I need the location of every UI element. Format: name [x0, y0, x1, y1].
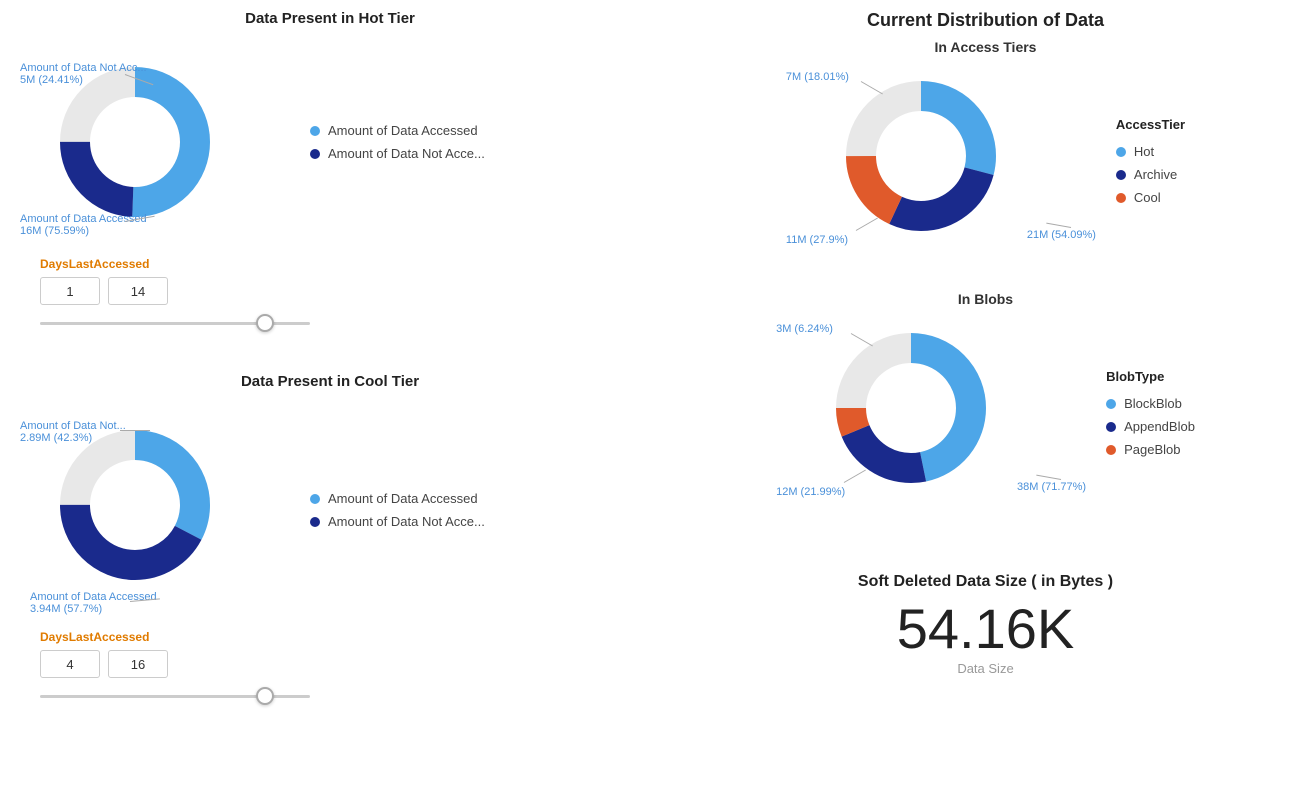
hot-legend-accessed-dot [310, 126, 320, 136]
cool-legend-not-accessed: Amount of Data Not Acce... [310, 514, 485, 529]
hot-tier-legend: Amount of Data Accessed Amount of Data N… [310, 123, 485, 161]
access-tiers-legend: AccessTier Hot Archive Cool [1116, 117, 1185, 205]
blobs-connector-block [1036, 475, 1061, 480]
cool-tier-slider-max-input[interactable] [108, 650, 168, 678]
access-tiers-subtitle: In Access Tiers [680, 39, 1291, 55]
blobs-legend: BlobType BlockBlob AppendBlob PageBlob [1106, 369, 1195, 457]
blobs-legend-appendblob-dot [1106, 422, 1116, 432]
blobs-donut-svg [826, 323, 996, 493]
access-cool-label: 7M (18.01%) [786, 71, 849, 83]
access-archive-label: 11M (27.9%) [786, 234, 848, 246]
hot-tier-slider-min-input[interactable] [40, 277, 100, 305]
hot-tier-slider-inputs [40, 277, 640, 305]
main-container: Data Present in Hot Tier Amount of Data … [0, 0, 1311, 797]
soft-deleted-value: 54.16K [690, 601, 1281, 657]
cool-tier-slider-thumb[interactable] [256, 687, 274, 705]
cool-tier-slider-label: DaysLastAccessed [40, 630, 640, 644]
cool-legend-accessed: Amount of Data Accessed [310, 491, 485, 506]
cool-tier-slider-track-container [40, 686, 310, 706]
hot-tier-section: Data Present in Hot Tier Amount of Data … [20, 10, 640, 333]
hot-tier-slider-thumb[interactable] [256, 314, 274, 332]
hot-tier-slider-track-container [40, 313, 310, 333]
cool-tier-legend: Amount of Data Accessed Amount of Data N… [310, 491, 485, 529]
soft-deleted-title: Soft Deleted Data Size ( in Bytes ) [690, 573, 1281, 591]
left-panel: Data Present in Hot Tier Amount of Data … [0, 0, 660, 797]
cool-not-accessed-label: Amount of Data Not... 2.89M (42.3%) [20, 420, 126, 444]
blobs-legend-pageblob-dot [1106, 445, 1116, 455]
access-legend-archive: Archive [1116, 167, 1185, 182]
blobs-legend-blockblob-dot [1106, 399, 1116, 409]
soft-deleted-section: Soft Deleted Data Size ( in Bytes ) 54.1… [680, 563, 1291, 686]
blobs-legend-title: BlobType [1106, 369, 1195, 384]
cool-tier-slider-inputs [40, 650, 640, 678]
access-connector-hot [1046, 223, 1071, 228]
cool-tier-slider-section: DaysLastAccessed [40, 630, 640, 706]
cool-legend-accessed-dot [310, 494, 320, 504]
hot-tier-title: Data Present in Hot Tier [20, 10, 640, 27]
access-tiers-donut-row: 7M (18.01%) 11M (27.9%) 21M (54.09%) Acc [680, 61, 1291, 261]
blobs-legend-blockblob: BlockBlob [1106, 396, 1195, 411]
cool-tier-slider-min-input[interactable] [40, 650, 100, 678]
soft-deleted-subtitle: Data Size [690, 661, 1281, 676]
access-legend-hot-dot [1116, 147, 1126, 157]
blobs-subtitle: In Blobs [680, 291, 1291, 307]
blobs-donut-row: 3M (6.24%) 12M (21.99%) 38M (71.77%) Blo… [680, 313, 1291, 513]
cool-tier-donut-svg [50, 420, 220, 590]
access-hot-label: 21M (54.09%) [1027, 229, 1096, 241]
cool-tier-slider-track [40, 695, 310, 698]
access-tiers-section: In Access Tiers 7M (18.01%) [680, 39, 1291, 271]
hot-accessed-label: Amount of Data Accessed 16M (75.59%) [20, 213, 147, 237]
access-legend-hot: Hot [1116, 144, 1185, 159]
right-main-title: Current Distribution of Data [680, 10, 1291, 31]
hot-legend-not-accessed: Amount of Data Not Acce... [310, 146, 485, 161]
hot-tier-slider-max-input[interactable] [108, 277, 168, 305]
cool-tier-title: Data Present in Cool Tier [20, 373, 640, 390]
cool-connector-1 [120, 430, 150, 431]
cool-tier-section: Data Present in Cool Tier Amount of Data… [20, 373, 640, 706]
cool-tier-donut-row: Amount of Data Not... 2.89M (42.3%) Amou… [20, 400, 640, 620]
access-legend-title: AccessTier [1116, 117, 1185, 132]
blobs-legend-pageblob: PageBlob [1106, 442, 1195, 457]
hot-legend-not-accessed-dot [310, 149, 320, 159]
blobs-blockblob-label: 38M (71.77%) [1017, 481, 1086, 493]
right-panel: Current Distribution of Data In Access T… [660, 0, 1311, 797]
blobs-section: In Blobs 3M (6.24%) [680, 291, 1291, 523]
blobs-pageblob-label: 3M (6.24%) [776, 323, 833, 335]
hot-tier-slider-track [40, 322, 310, 325]
hot-tier-donut-row: Amount of Data Not Acc... 5M (24.41%) Am… [20, 37, 640, 247]
access-legend-archive-dot [1116, 170, 1126, 180]
blobs-legend-appendblob: AppendBlob [1106, 419, 1195, 434]
access-legend-cool: Cool [1116, 190, 1185, 205]
access-tiers-donut-svg [836, 71, 1006, 241]
hot-tier-slider-section: DaysLastAccessed [40, 257, 640, 333]
hot-tier-slider-label: DaysLastAccessed [40, 257, 640, 271]
blobs-appendblob-label: 12M (21.99%) [776, 486, 845, 498]
cool-accessed-label: Amount of Data Accessed 3.94M (57.7%) [30, 591, 157, 615]
access-legend-cool-dot [1116, 193, 1126, 203]
cool-legend-not-accessed-dot [310, 517, 320, 527]
hot-legend-accessed: Amount of Data Accessed [310, 123, 485, 138]
